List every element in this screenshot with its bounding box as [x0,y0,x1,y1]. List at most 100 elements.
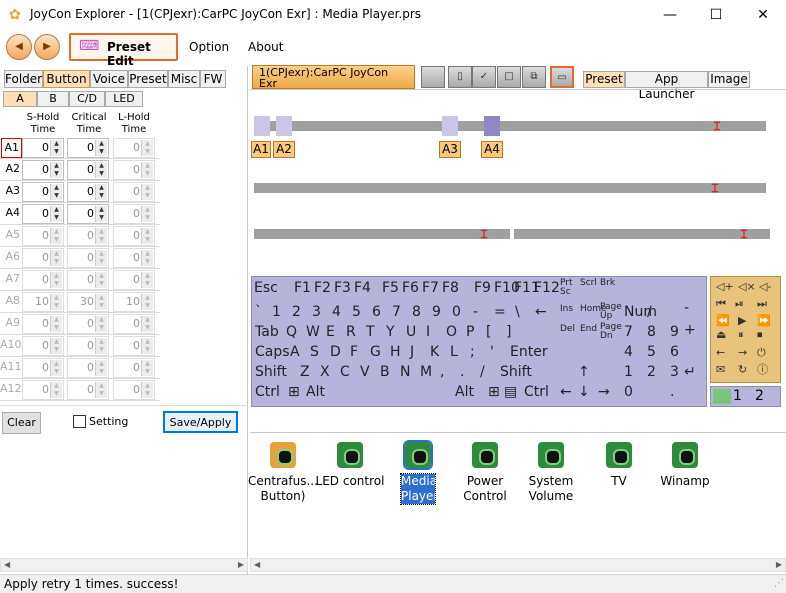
spinner-arrows-icon[interactable]: ▲ ▼ [95,272,107,288]
subtab-a[interactable]: A [3,91,37,107]
preset-icon-item[interactable]: System Volume [515,440,587,504]
key-numpad[interactable]: 5 [647,343,656,361]
stop-icon[interactable]: ⏹ [757,328,763,342]
row-s-spinner[interactable]: 0 ▲ ▼ [22,226,64,246]
refresh-icon[interactable]: ↻ [738,363,747,377]
key-numpad[interactable]: ↵ [684,363,696,381]
setting-checkbox[interactable] [73,415,86,428]
tab-preset[interactable]: Preset [128,70,168,88]
spinner-arrows-icon[interactable]: ▲ ▼ [50,382,62,398]
key-insert[interactable]: Ins [560,305,573,314]
keyboard-key[interactable]: = [494,303,506,321]
keyboard-key[interactable]: 9 [432,303,441,321]
spinner-arrows-icon[interactable]: ▲ ▼ [50,360,62,376]
spinner-arrows-icon[interactable]: ▲ ▼ [141,338,153,354]
axis-label-a3[interactable]: A3 [439,141,461,158]
keyboard-key[interactable]: . [460,363,464,381]
keyboard-key[interactable]: K [430,343,439,361]
row-s-spinner[interactable]: 0 ▲ ▼ [22,204,64,224]
keyboard-key[interactable]: F4 [354,279,371,297]
row-s-spinner[interactable]: 0 ▲ ▼ [22,182,64,202]
volume-up-icon[interactable]: ◁+ [716,280,734,294]
document-tab[interactable]: 1(CPJexr):CarPC JoyCon Exr Media Player [252,65,415,100]
toolbar-screen-icon[interactable]: ▭ [550,66,574,88]
spinner-arrows-icon[interactable]: ▲ ▼ [141,228,153,244]
axis-label-a2[interactable]: A2 [273,141,295,158]
keyboard-key[interactable]: Esc [254,279,278,297]
spinner-arrows-icon[interactable]: ▲ ▼ [95,294,107,310]
keyboard-key[interactable]: I [426,323,430,341]
key-num-slash[interactable]: / [647,303,652,321]
row-s-spinner[interactable]: 0 ▲ ▼ [22,380,64,400]
resize-grip-icon[interactable]: ⋰ [774,578,784,589]
keyboard-key[interactable]: 6 [372,303,381,321]
keyboard-key[interactable]: ; [470,343,475,361]
keyboard-key[interactable]: Shift [500,363,532,381]
preset-icon-item[interactable]: Winamp [649,440,721,489]
axis-marker-3a[interactable]: ⌶ [478,225,490,243]
key-numpad[interactable]: 9 [670,323,679,341]
spinner-arrows-icon[interactable]: ▲ ▼ [141,316,153,332]
scroll-left-icon[interactable]: ◀ [254,559,260,571]
keyboard-key[interactable]: ] [506,323,511,341]
row-c-spinner[interactable]: 0 ▲ ▼ [67,358,109,378]
axis-label-a4[interactable]: A4 [481,141,503,158]
row-c-spinner[interactable]: 0 ▲ ▼ [67,182,109,202]
key-arrow-down[interactable]: ↓ [578,383,590,401]
key-arrow-up[interactable]: ↑ [578,363,590,381]
key-numpad[interactable]: 4 [624,343,633,361]
back-button[interactable]: ◀ [6,34,32,60]
keyboard-key[interactable]: V [360,363,370,381]
preset-icon-item[interactable]: Media Player [382,440,454,505]
play-pause-icon[interactable]: ⏯ [735,297,744,311]
scroll-left-icon[interactable]: ◀ [4,559,10,571]
key-page-up[interactable]: Page Up [600,303,622,321]
keyboard-key[interactable]: S [310,343,319,361]
keyboard-key[interactable]: N [400,363,410,381]
spinner-arrows-icon[interactable]: ▲ ▼ [50,184,62,200]
row-l-spinner[interactable]: 0 ▲ ▼ [113,160,155,180]
keyboard-key[interactable]: Z [300,363,310,381]
keyboard-key[interactable]: 0 [452,303,461,321]
keyboard-key[interactable]: R [346,323,356,341]
key-break[interactable]: Brk [600,279,615,288]
spinner-arrows-icon[interactable]: ▲ ▼ [95,228,107,244]
row-l-spinner[interactable]: 0 ▲ ▼ [113,226,155,246]
spinner-arrows-icon[interactable]: ▲ ▼ [141,162,153,178]
keyboard-key[interactable]: B [380,363,390,381]
keyboard-key[interactable]: M [420,363,432,381]
key-numpad[interactable]: . [670,383,674,401]
key-numpad[interactable]: 3 [670,363,679,381]
row-label[interactable]: A2 [0,160,22,180]
key-numpad[interactable]: 0 [624,383,633,401]
left-horizontal-scrollbar[interactable]: ◀ ▶ [0,558,248,572]
keyboard-key[interactable]: J [410,343,414,361]
mail-icon[interactable]: ✉ [716,363,725,377]
toolbar-copy-icon[interactable]: ⧉ [522,66,546,88]
key-arrow-right[interactable]: → [598,383,610,401]
keyboard-key[interactable]: [ [486,323,491,341]
tab-folder[interactable]: Folder [4,70,43,88]
spinner-arrows-icon[interactable]: ▲ ▼ [95,382,107,398]
preset-icon-item[interactable]: Centrafus... Button) [247,440,319,504]
page-2[interactable]: 2 [755,388,764,404]
spinner-arrows-icon[interactable]: ▲ ▼ [95,184,107,200]
keyboard-key[interactable]: Tab [255,323,279,341]
toolbar-blank-icon[interactable] [421,66,445,88]
row-label[interactable]: A8 [0,292,22,312]
tab-app-launcher[interactable]: App Launcher [625,71,708,101]
key-numlock[interactable]: Num [624,303,657,321]
subtab-b[interactable]: B [37,91,69,107]
keyboard-key[interactable]: - [473,303,478,321]
keyboard-key[interactable]: F2 [314,279,331,297]
keyboard-key[interactable]: U [406,323,416,341]
keyboard-key[interactable]: D [330,343,341,361]
preset-icon-item[interactable]: LED control [314,440,386,489]
spinner-arrows-icon[interactable]: ▲ ▼ [141,140,153,156]
keyboard-key[interactable]: ▤ [504,383,517,401]
spinner-arrows-icon[interactable]: ▲ ▼ [141,272,153,288]
row-c-spinner[interactable]: 0 ▲ ▼ [67,270,109,290]
axis-label-a1[interactable]: A1 [251,141,271,158]
keyboard-key[interactable]: L [450,343,458,361]
keyboard-key[interactable]: Ctrl [255,383,280,401]
